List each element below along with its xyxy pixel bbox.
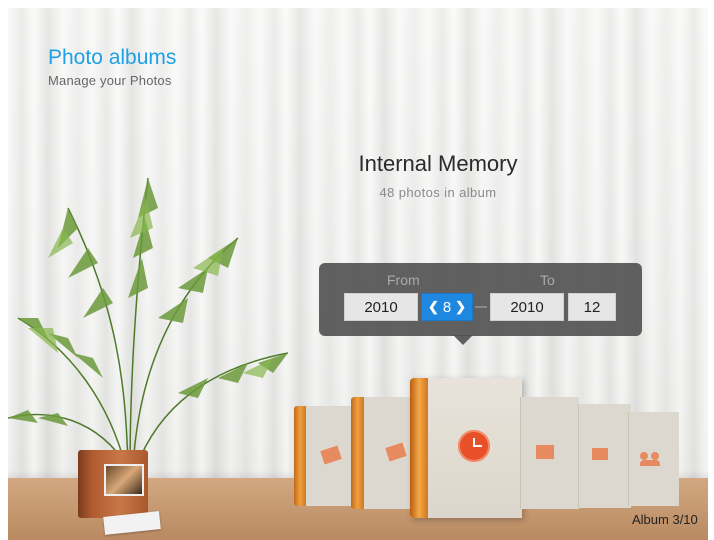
photo-albums-screen: Photo albums Manage your Photos Internal… — [8, 8, 708, 540]
album-title: Internal Memory — [358, 151, 518, 176]
chevron-left-icon[interactable]: ❮ — [428, 299, 439, 315]
to-label: To — [540, 272, 555, 288]
range-separator — [475, 306, 487, 308]
album-photo-count: 48 photos in album — [379, 185, 497, 200]
from-label: From — [387, 272, 420, 288]
app-title: Photo albums — [48, 46, 177, 69]
to-month-field[interactable]: 12 — [568, 293, 616, 321]
album-position-counter: Album 3/10 — [632, 512, 698, 527]
pot-photo — [104, 464, 144, 496]
people-icon — [640, 452, 662, 466]
from-month-spinner[interactable]: ❮ 8 ❯ — [421, 293, 473, 321]
album-book[interactable] — [578, 404, 631, 508]
to-year-field[interactable]: 2010 — [490, 293, 564, 321]
app-subtitle: Manage your Photos — [48, 73, 172, 88]
album-book[interactable] — [520, 397, 579, 509]
plant-pot-album — [78, 450, 148, 518]
plant-illustration — [8, 177, 289, 469]
album-book[interactable] — [294, 406, 358, 506]
photo-question-icon — [592, 448, 608, 460]
chevron-right-icon[interactable]: ❯ — [455, 299, 466, 315]
picker-pointer — [453, 335, 473, 345]
album-book-selected[interactable] — [410, 378, 522, 518]
photo-star-icon — [536, 445, 554, 459]
album-book[interactable] — [628, 412, 679, 506]
clock-icon — [458, 430, 490, 462]
from-year-field[interactable]: 2010 — [344, 293, 418, 321]
from-month-value: 8 — [442, 298, 452, 316]
